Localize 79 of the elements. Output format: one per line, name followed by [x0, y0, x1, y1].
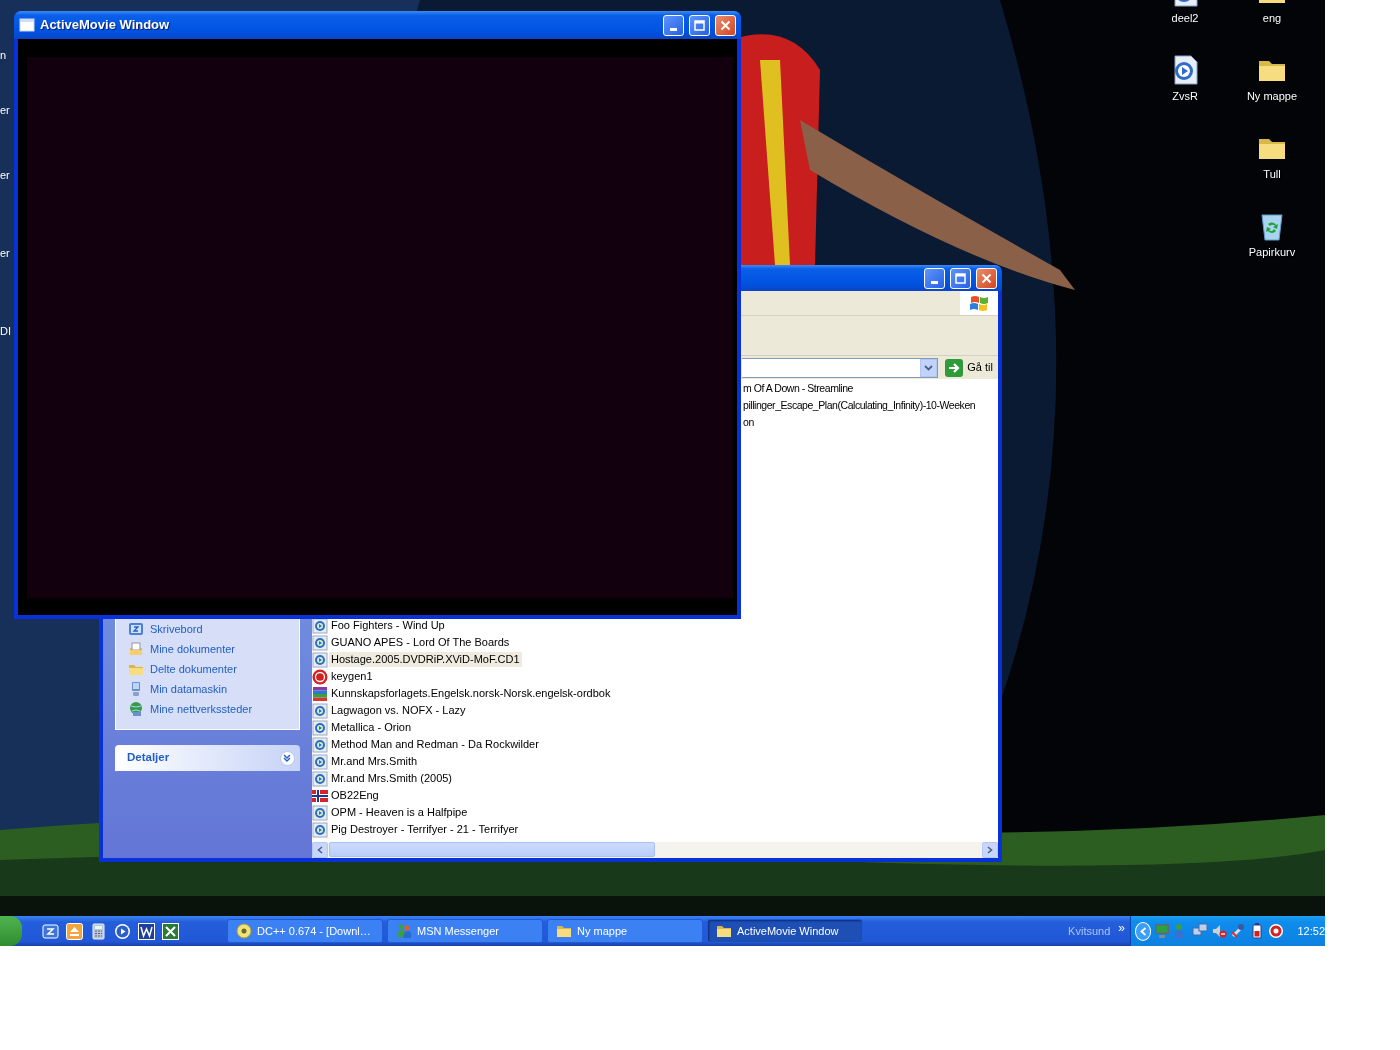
desktop-shortcut[interactable]: ZvsR: [1145, 54, 1225, 103]
word-icon[interactable]: [138, 922, 155, 940]
file-name[interactable]: on: [741, 415, 756, 430]
calculator-icon[interactable]: [90, 922, 107, 940]
file-name[interactable]: Pig Destroyer - Terrifyer - 21 - Terrifyer: [329, 822, 521, 837]
speaker-icon[interactable]: [1211, 923, 1228, 939]
icon-label: n: [0, 49, 7, 62]
archive-icon: [312, 685, 328, 702]
file-name[interactable]: Hostage.2005.DVDRiP.XViD-MoF.CD1: [329, 652, 522, 667]
window-title: ActiveMovie Window: [40, 16, 170, 35]
file-name[interactable]: OB22Eng: [329, 788, 381, 803]
go-button[interactable]: Gå til: [942, 358, 996, 377]
taskbar-button[interactable]: Ny mappe: [547, 919, 703, 943]
scroll-right-button[interactable]: [982, 842, 998, 858]
close-button[interactable]: [976, 267, 997, 289]
minimize-icon: [670, 28, 677, 31]
people-icon: [396, 923, 412, 939]
maximize-icon: [694, 19, 705, 31]
file-name[interactable]: OPM - Heaven is a Halfpipe: [329, 805, 470, 820]
desktop-shortcut[interactable]: Tull: [1232, 132, 1312, 181]
clock: 12:52: [1297, 923, 1325, 939]
file-name[interactable]: Mr.and Mrs.Smith (2005): [329, 771, 455, 786]
file-name[interactable]: keygen1: [329, 669, 375, 684]
horizontal-scrollbar[interactable]: [312, 842, 998, 858]
icon-label: er: [0, 169, 10, 182]
wrench-icon[interactable]: [1230, 923, 1247, 939]
scroll-left-button[interactable]: [312, 842, 328, 858]
globe-computer-icon: [128, 701, 144, 717]
sidebar-link[interactable]: Skrivebord: [128, 619, 299, 639]
sidebar-link[interactable]: Delte dokumenter: [128, 659, 299, 679]
toolbar-label: Kvitsund: [1068, 923, 1111, 939]
sidebar-link[interactable]: Mine nettverkssteder: [128, 699, 299, 719]
address-field[interactable]: [742, 357, 939, 378]
spreadsheet-icon[interactable]: [162, 922, 179, 940]
sidebar-link[interactable]: Mine dokumenter: [128, 639, 299, 659]
file-name[interactable]: Foo Fighters - Wind Up: [329, 618, 447, 633]
sidebar-link[interactable]: Min datamaskin: [128, 679, 299, 699]
maximize-button[interactable]: [689, 14, 710, 36]
close-button[interactable]: [715, 14, 736, 36]
computers-icon[interactable]: [1192, 923, 1209, 939]
icon-label: er: [0, 247, 10, 260]
start-button[interactable]: [0, 916, 22, 946]
icon-label: DI: [0, 325, 11, 338]
maximize-button[interactable]: [950, 267, 971, 289]
desktop-shortcut[interactable]: deel2: [1145, 0, 1225, 25]
eject-icon[interactable]: [66, 922, 83, 940]
chevron-button[interactable]: »: [1118, 919, 1125, 937]
minimize-icon: [931, 281, 938, 284]
taskbar-button[interactable]: ActiveMovie Window: [707, 919, 863, 943]
icon-label: er: [0, 104, 10, 117]
desktop-shortcut[interactable]: Ny mappe: [1232, 54, 1312, 103]
file-name[interactable]: pillinger_Escape_Plan(Calculating_Infinity)-10-Weeken: [741, 398, 978, 413]
file-name[interactable]: Method Man and Redman - Da Rockwilder: [329, 737, 541, 752]
logo-icon: [969, 294, 989, 312]
taskbar-button[interactable]: MSN Messenger: [387, 919, 543, 943]
file-name[interactable]: Lagwagon vs. NOFX - Lazy: [329, 703, 468, 718]
desktop-shortcut[interactable]: Papirkurv: [1232, 210, 1312, 259]
file-name[interactable]: GUANO APES - Lord Of The Boards: [329, 635, 512, 650]
file-name[interactable]: Metallica - Orion: [329, 720, 414, 735]
file-name[interactable]: m Of A Down - Streamline: [741, 381, 855, 396]
disc-icon: [236, 923, 252, 939]
close-icon: [720, 19, 731, 31]
maximize-icon: [955, 272, 966, 284]
taskbar-button[interactable]: DC++ 0.674 - [Downl…: [227, 919, 383, 943]
desktop-shortcut[interactable]: eng: [1232, 0, 1312, 25]
minimize-button[interactable]: [924, 267, 945, 289]
caret-icon: [924, 364, 934, 371]
window-icon: [19, 18, 35, 32]
target-icon[interactable]: [1268, 923, 1285, 939]
show-icons-button[interactable]: [1135, 921, 1152, 941]
panel-header[interactable]: Detaljer: [115, 745, 300, 771]
scroll-thumb[interactable]: [329, 842, 655, 857]
close-icon: [981, 272, 992, 284]
dropdown-button[interactable]: [920, 358, 938, 377]
file-name[interactable]: Mr.and Mrs.Smith: [329, 754, 420, 769]
media-player-icon[interactable]: [114, 922, 131, 940]
file-name[interactable]: Kunnskapsforlagets.Engelsk.norsk-Norsk.engelsk-ordbok: [329, 686, 613, 701]
documents-icon: [128, 641, 144, 657]
minimize-button[interactable]: [663, 14, 684, 36]
